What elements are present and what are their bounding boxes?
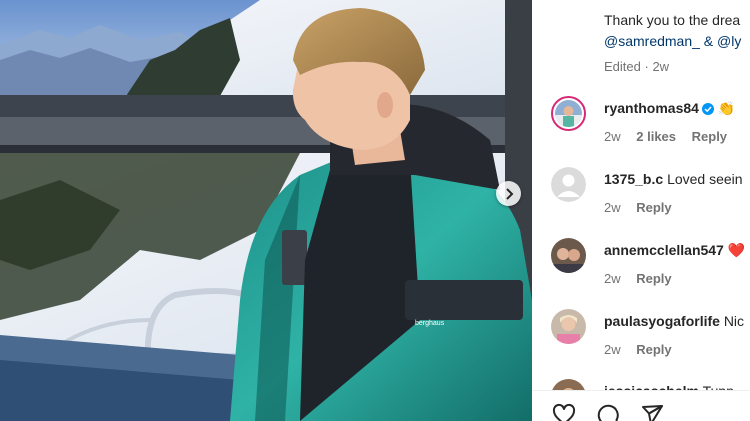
avatar[interactable] bbox=[551, 96, 586, 131]
comment-item: paulasyogaforlife Nic 2w Reply bbox=[532, 309, 750, 371]
comment-line: 1375_b.c Loved seein bbox=[604, 171, 743, 187]
reply-button[interactable]: Reply bbox=[636, 271, 671, 286]
default-user-avatar-icon bbox=[551, 167, 586, 202]
reply-button[interactable]: Reply bbox=[692, 129, 727, 144]
caption-time: 2w bbox=[652, 59, 670, 74]
user-avatar-icon bbox=[551, 309, 586, 344]
comment-time: 2w bbox=[604, 129, 621, 144]
caption-text: Thank you to the drea bbox=[604, 12, 741, 28]
comment-meta: 2w Reply bbox=[604, 342, 684, 357]
comment-username[interactable]: annemcclellan547 bbox=[604, 242, 724, 258]
comment-text: 👏 bbox=[717, 100, 736, 116]
comment-time: 2w bbox=[604, 271, 621, 286]
comment-time: 2w bbox=[604, 200, 621, 215]
chevron-right-icon bbox=[505, 187, 513, 200]
comment-line: annemcclellan547 ❤️ bbox=[604, 242, 745, 259]
comment-time: 2w bbox=[604, 342, 621, 357]
comment-meta: 2w 2 likes Reply bbox=[604, 129, 739, 144]
caption-mentions[interactable]: @samredman_ & @ly bbox=[604, 31, 741, 52]
user-avatar-icon bbox=[555, 100, 582, 127]
comment-item: ryanthomas84 👏 2w 2 likes Reply bbox=[532, 96, 750, 158]
comment-meta: 2w Reply bbox=[604, 271, 684, 286]
post-photo[interactable]: berghaus bbox=[0, 0, 532, 421]
heart-icon[interactable] bbox=[552, 403, 576, 421]
share-icon[interactable] bbox=[640, 403, 664, 421]
comment-line: paulasyogaforlife Nic bbox=[604, 313, 744, 329]
post-actions bbox=[552, 403, 664, 421]
next-photo-button[interactable] bbox=[496, 181, 521, 206]
divider bbox=[532, 390, 750, 391]
comment-icon[interactable] bbox=[596, 403, 620, 421]
comment-text: Loved seein bbox=[667, 171, 743, 187]
post-image: berghaus bbox=[0, 0, 532, 421]
avatar[interactable] bbox=[551, 309, 586, 344]
post-caption: Thank you to the drea @samredman_ & @ly … bbox=[604, 10, 741, 77]
comment-text: Nic bbox=[723, 313, 745, 329]
comment-username[interactable]: paulasyogaforlife bbox=[604, 313, 720, 329]
comment-text: ❤️ bbox=[727, 242, 746, 258]
comment-username[interactable]: ryanthomas84 bbox=[604, 100, 699, 116]
reply-button[interactable]: Reply bbox=[636, 200, 671, 215]
caption-meta: Edited · 2w bbox=[604, 59, 670, 74]
comment-username[interactable]: 1375_b.c bbox=[604, 171, 663, 187]
comments-panel: Thank you to the drea @samredman_ & @ly … bbox=[532, 0, 750, 421]
verified-badge-icon bbox=[701, 103, 714, 115]
comment-item: 1375_b.c Loved seein 2w Reply bbox=[532, 167, 750, 229]
svg-text:berghaus: berghaus bbox=[415, 320, 445, 327]
user-avatar-icon bbox=[551, 238, 586, 273]
edited-label: Edited bbox=[604, 59, 641, 74]
avatar[interactable] bbox=[551, 167, 586, 202]
comment-meta: 2w Reply bbox=[604, 200, 684, 215]
avatar[interactable] bbox=[551, 238, 586, 273]
comment-line: ryanthomas84 👏 bbox=[604, 100, 735, 117]
comment-likes[interactable]: 2 likes bbox=[636, 129, 676, 144]
comment-item: annemcclellan547 ❤️ 2w Reply bbox=[532, 238, 750, 300]
reply-button[interactable]: Reply bbox=[636, 342, 671, 357]
